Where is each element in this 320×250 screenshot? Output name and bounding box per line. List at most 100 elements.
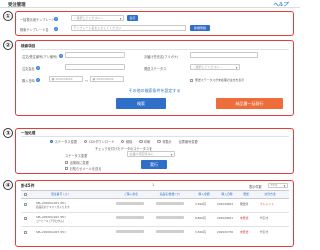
more-conditions-link[interactable]: その他の検索条件を設定する: [16, 88, 293, 94]
status-change-select[interactable]: お届け手配済みに: [127, 151, 175, 157]
radio[interactable]: [139, 139, 143, 144]
status-badge: 発送済: [240, 202, 249, 206]
status-select[interactable]: －選択してください－: [190, 64, 240, 70]
help-icon[interactable]: ?: [54, 26, 58, 31]
template-panel: 一括表示用テンプレート ? －選択してください－ 表示 検索テンプレート名 ? …: [15, 11, 294, 36]
divider: [21, 136, 289, 137]
help-logo[interactable]: ヘルプ: [273, 1, 288, 8]
date-from-input[interactable]: ▦ 2020/08/02: [49, 76, 83, 82]
col-order-id[interactable]: 受注番号 ({}): [38, 192, 82, 196]
date-separator: ～: [85, 79, 89, 83]
help-icon[interactable]: ?: [59, 53, 63, 58]
template-label: 一括表示用テンプレート: [20, 18, 55, 22]
help-icon[interactable]: ?: [36, 65, 40, 70]
buyer-name-redacted: [116, 230, 144, 233]
template-name-input[interactable]: テンプレート名を入力してください: [71, 25, 186, 31]
option-delete[interactable]: 削除: [121, 139, 132, 144]
cb1-row[interactable]: 出荷前に変更: [65, 160, 89, 165]
price: 3,300円: [195, 230, 206, 234]
per-page-select[interactable]: 50件: [268, 182, 288, 188]
col-buyer[interactable]: ご購入者名: [114, 192, 148, 196]
option-print[interactable]: 印刷: [139, 139, 150, 144]
col-product[interactable]: 商品名/数量 (ナ): [152, 192, 188, 196]
unprocessed-label: 発送ステータスが未処理の注文を表示: [195, 78, 245, 82]
row-checkbox[interactable]: [24, 203, 28, 207]
option-csv[interactable]: CSVダウンロード: [84, 139, 114, 144]
top-header: [0, 0, 300, 8]
order-number-label: 注文/受注番号(アシ番号): [22, 55, 58, 59]
status-label: 発送ステータス: [144, 67, 167, 71]
checkbox[interactable]: [65, 160, 69, 165]
date-from-value: 2020/08/02: [55, 77, 73, 81]
order-id-link[interactable]: SPL-202004-003 (PC): [36, 230, 66, 234]
marker-3: ③: [3, 128, 13, 138]
radio-selected[interactable]: [50, 139, 54, 144]
marker-2: ②: [3, 40, 13, 50]
option-slip[interactable]: 伝票番号変更: [179, 139, 198, 144]
result-count: 計45件: [21, 183, 35, 188]
payment-method: クレジット: [260, 202, 274, 206]
search-panel: 検索項目 注文/受注番号(アシ番号) ? お届け先氏名(フリガナ) 注文会社 ?…: [15, 40, 294, 116]
status-badge: 未発送: [240, 216, 249, 220]
col-date[interactable]: 購入日時: [217, 192, 237, 196]
status-change-label: ステータス変更: [65, 154, 88, 158]
template-select[interactable]: －選択してください－: [71, 15, 124, 21]
row-checkbox[interactable]: [24, 231, 28, 235]
checkbox[interactable]: [65, 166, 69, 171]
order-sub: 商品名のテキストが入ります: [36, 206, 70, 209]
company-label: 注文会社: [22, 67, 35, 71]
marker-1: ①: [3, 11, 13, 21]
cb2-row[interactable]: お知らせメールを送る: [65, 166, 102, 171]
date: 2020/08/01: [217, 216, 234, 220]
unprocessed-checkbox[interactable]: [190, 78, 194, 82]
date: 2020/07/30: [217, 230, 234, 234]
col-status[interactable]: 発送: [239, 192, 253, 196]
search-button[interactable]: 検索: [116, 98, 166, 109]
date: 2020/08/02: [217, 202, 234, 206]
price: 3,300円: [195, 202, 206, 206]
per-page-label: 表示件数: [249, 185, 262, 189]
select-all-checkbox[interactable]: [24, 193, 28, 197]
product-redacted: [156, 216, 184, 219]
col-price[interactable]: 購入金額: [194, 192, 214, 196]
help-icon[interactable]: ?: [36, 77, 40, 82]
show-button[interactable]: 表示: [127, 15, 138, 21]
product-redacted: [156, 202, 184, 205]
payment-method: 代引き: [260, 230, 269, 234]
company-input[interactable]: [65, 64, 125, 70]
col-payment[interactable]: 決済方法: [256, 192, 284, 196]
option-status[interactable]: ステータス変更: [50, 139, 77, 144]
recipient-input[interactable]: [190, 52, 258, 58]
option-hide[interactable]: 非表示: [157, 139, 172, 144]
radio[interactable]: [157, 139, 161, 144]
divider: [21, 49, 289, 50]
buyer-name-redacted: [116, 216, 144, 219]
bulk-panel: 一括処理 ステータス変更 CSVダウンロード 削除 印刷 非表示 伝票番号変更 …: [15, 128, 294, 174]
purchase-date-label: 購入日時: [22, 79, 35, 83]
radio[interactable]: [121, 139, 125, 144]
radio[interactable]: [84, 139, 88, 144]
product-redacted: [156, 230, 184, 233]
register-button[interactable]: 新規登録: [190, 25, 210, 31]
results-panel: 計45件 1 表示件数 50件 受注番号 ({}) ご購入者名 商品名/数量 (…: [15, 180, 294, 247]
price: 8,800円: [195, 216, 206, 220]
row-checkbox[interactable]: [24, 217, 28, 221]
bulk-options: ステータス変更 CSVダウンロード 削除 印刷 非表示 伝票番号変更: [50, 139, 198, 144]
recipient-label: お届け先氏名(フリガナ): [144, 55, 179, 59]
help-icon[interactable]: ?: [54, 16, 58, 21]
page-number[interactable]: 1: [152, 183, 154, 187]
order-number-input[interactable]: [65, 52, 125, 58]
order-sub: コーヒーA (アグロサム): [36, 220, 64, 223]
marker-4: ④: [3, 180, 13, 190]
buyer-name-redacted: [116, 202, 144, 205]
execute-button[interactable]: 実行: [141, 160, 167, 169]
date-to-input[interactable]: ▦ 2020/08/02: [90, 76, 124, 82]
status-badge: 未発送: [240, 230, 249, 234]
template-name-label: 検索テンプレート名: [20, 28, 49, 32]
date-to-value: 2020/08/02: [96, 77, 114, 81]
calendar-icon[interactable]: ▦: [52, 77, 55, 81]
page-title: 受注管理: [8, 2, 26, 8]
payment-method: 代引き: [260, 216, 269, 220]
bulk-invoice-button[interactable]: 納品書一括発行: [216, 98, 283, 109]
calendar-icon[interactable]: ▦: [93, 77, 96, 81]
